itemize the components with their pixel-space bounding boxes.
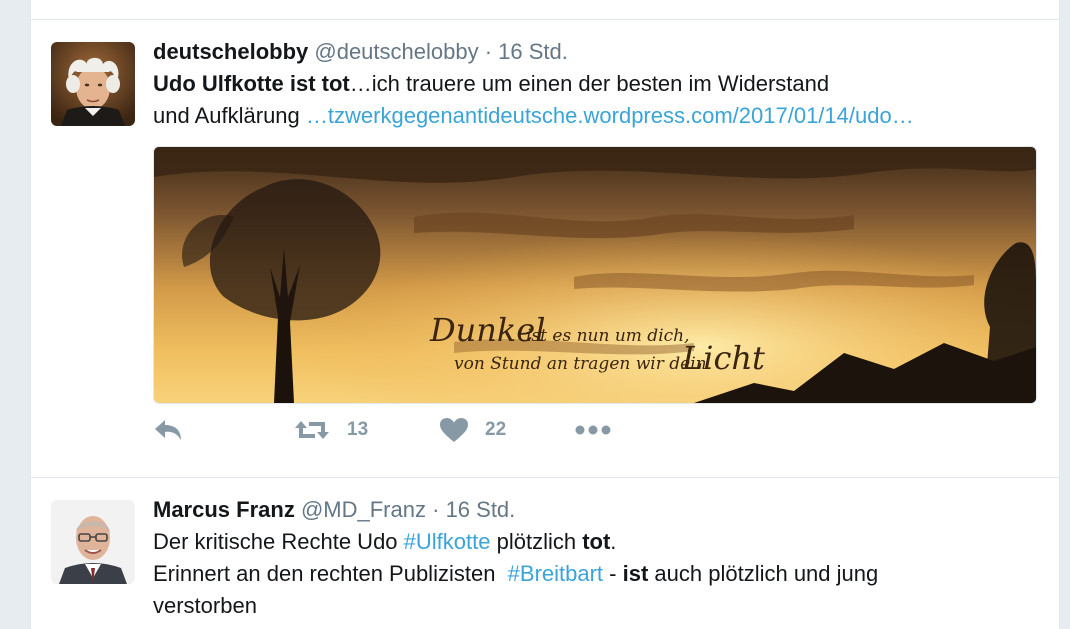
- like-button[interactable]: 22: [439, 412, 506, 448]
- tweet-text-segment: .: [610, 529, 617, 554]
- avatar-image: [51, 500, 135, 584]
- tweet-text-segment: und Aufklärung: [153, 103, 306, 128]
- avatar-image: [51, 42, 135, 126]
- retweet-icon: [295, 421, 329, 439]
- tweet-text-segment: Der kritische Rechte Udo: [153, 529, 404, 554]
- tweet-header: Marcus Franz @MD_Franz · 16 Std.: [153, 496, 1039, 524]
- tweet-text-segment: plötzlich: [490, 529, 583, 554]
- reply-icon: [155, 420, 181, 440]
- avatar[interactable]: [51, 42, 135, 126]
- sunset-image: Dunkel ist es nun um dich, von Stund an …: [154, 147, 1036, 403]
- retweet-button[interactable]: 13: [293, 412, 368, 448]
- tweet-text: Der kritische Rechte Udo #Ulfkotte plötz…: [153, 526, 1039, 622]
- tweet-header: deutschelobby @deutschelobby · 16 Std.: [153, 38, 1039, 66]
- tweet-content: Marcus Franz @MD_Franz · 16 Std. Der kri…: [153, 496, 1039, 622]
- caption-line1: ist es nun um dich,: [526, 326, 690, 346]
- like-count: 22: [485, 419, 507, 440]
- timeline: deutschelobby @deutschelobby · 16 Std. U…: [30, 0, 1060, 629]
- avatar[interactable]: [51, 500, 135, 584]
- user-handle[interactable]: @MD_Franz: [301, 497, 426, 522]
- tweet-text-segment: Erinnert an den rechten Publizisten: [153, 561, 508, 586]
- hashtag-link[interactable]: #Breitbart: [508, 561, 603, 586]
- retweet-count: 13: [347, 419, 369, 440]
- tweet-text: Udo Ulfkotte ist tot…ich trauere um eine…: [153, 68, 1039, 132]
- caption-line2: von Stund an tragen wir dein: [454, 354, 707, 374]
- tweet-timestamp[interactable]: 16 Std.: [446, 497, 516, 522]
- reply-button[interactable]: [153, 412, 185, 448]
- tweet-text-bold: Udo Ulfkotte ist tot: [153, 71, 350, 96]
- caption-period: .: [746, 354, 751, 374]
- tweet-text-segment: verstorben: [153, 593, 257, 618]
- tweet-md-franz[interactable]: Marcus Franz @MD_Franz · 16 Std. Der kri…: [31, 478, 1059, 629]
- tweet-content: deutschelobby @deutschelobby · 16 Std. U…: [153, 38, 1039, 442]
- separator-dot: ·: [484, 39, 493, 64]
- hashtag-link[interactable]: #Ulfkotte: [404, 529, 491, 554]
- caption-word-licht: Licht: [681, 339, 765, 377]
- tweet-actions: 13 22: [153, 412, 753, 448]
- tweet-text-bold: ist: [622, 561, 649, 586]
- tweet-deutschelobby[interactable]: deutschelobby @deutschelobby · 16 Std. U…: [31, 20, 1059, 477]
- more-icon: [575, 425, 611, 435]
- user-fullname[interactable]: Marcus Franz: [153, 497, 295, 522]
- user-fullname[interactable]: deutschelobby: [153, 39, 308, 64]
- heart-icon: [440, 418, 468, 442]
- tweet-text-segment: -: [603, 561, 623, 586]
- tweet-timestamp[interactable]: 16 Std.: [498, 39, 568, 64]
- tweet-link[interactable]: …tzwerkgegenantideutsche.wordpress.com/2…: [306, 103, 914, 128]
- tweet-media-image[interactable]: Dunkel ist es nun um dich, von Stund an …: [153, 146, 1037, 404]
- tweet-text-segment: …ich trauere um einen der besten im Wide…: [349, 71, 830, 96]
- tweet-text-bold: tot: [582, 529, 611, 554]
- separator-dot: ·: [432, 497, 440, 522]
- more-button[interactable]: [575, 412, 611, 448]
- tweet-text-segment: auch plötzlich und jung: [648, 561, 879, 586]
- user-handle[interactable]: @deutschelobby: [314, 39, 478, 64]
